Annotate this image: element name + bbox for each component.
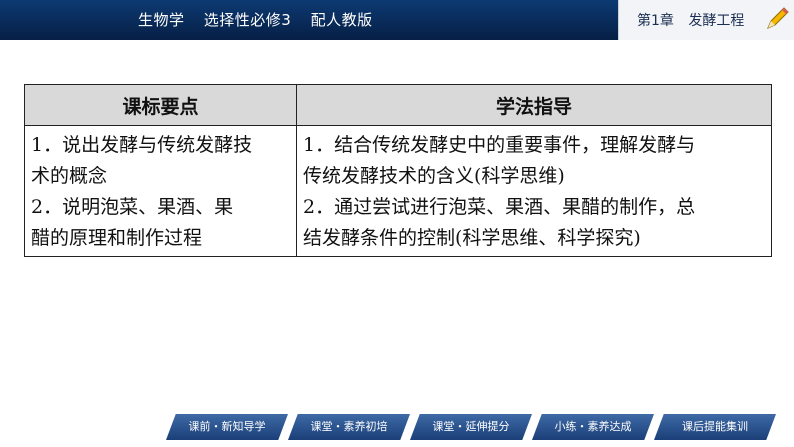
- cell-line: 结发酵条件的控制(科学思维、科学探究): [303, 227, 641, 249]
- nav-button-classroom-extend[interactable]: 课堂・延伸提分: [410, 414, 532, 440]
- objectives-table: 课标要点 学法指导 1．说出发酵与传统发酵技 术的概念 2．说明泡菜、果酒、果 …: [24, 84, 772, 257]
- pencil-icon: [767, 7, 789, 29]
- top-header-bar: 生物学 选择性必修3 配人教版 第1章 发酵工程: [0, 0, 794, 40]
- chapter-title: 第1章 发酵工程: [637, 10, 744, 30]
- cell-line: 1．结合传统发酵史中的重要事件，理解发酵与: [303, 134, 696, 156]
- study-guide-cell: 1．结合传统发酵史中的重要事件，理解发酵与 传统发酵技术的含义(科学思维) 2．…: [296, 125, 772, 257]
- volume-label: 选择性必修3: [203, 11, 292, 29]
- chapter-name: 发酵工程: [688, 13, 745, 29]
- table-row: 1．说出发酵与传统发酵技 术的概念 2．说明泡菜、果酒、果 醋的原理和制作过程 …: [24, 125, 772, 257]
- cell-line: 2．说明泡菜、果酒、果: [31, 196, 234, 218]
- cell-line: 术的概念: [31, 165, 108, 187]
- column-header-study-guide: 学法指导: [296, 84, 772, 126]
- cell-line: 2．通过尝试进行泡菜、果酒、果醋的制作，总: [303, 196, 696, 218]
- publisher-label: 配人教版: [310, 11, 373, 29]
- section-nav: 课前・新知导学 课堂・素养初培 课堂・延伸提分 小练・素养达成 课后提能集训: [166, 414, 779, 440]
- cell-line: 醋的原理和制作过程: [31, 227, 203, 249]
- table-header-row: 课标要点 学法指导: [24, 84, 772, 126]
- subject-label: 生物学: [138, 11, 185, 29]
- book-title: 生物学 选择性必修3 配人教版: [138, 9, 387, 30]
- chapter-box: 第1章 发酵工程: [618, 0, 794, 40]
- nav-button-homework[interactable]: 课后提能集训: [654, 414, 776, 440]
- cell-line: 传统发酵技术的含义(科学思维): [303, 165, 565, 187]
- nav-button-classroom-basic[interactable]: 课堂・素养初培: [288, 414, 410, 440]
- nav-button-practice[interactable]: 小练・素养达成: [532, 414, 654, 440]
- cell-line: 1．说出发酵与传统发酵技: [31, 134, 253, 156]
- nav-button-preview[interactable]: 课前・新知导学: [166, 414, 288, 440]
- chapter-number: 第1章: [637, 13, 674, 29]
- column-header-objectives: 课标要点: [24, 84, 297, 126]
- objectives-cell: 1．说出发酵与传统发酵技 术的概念 2．说明泡菜、果酒、果 醋的原理和制作过程: [24, 125, 297, 257]
